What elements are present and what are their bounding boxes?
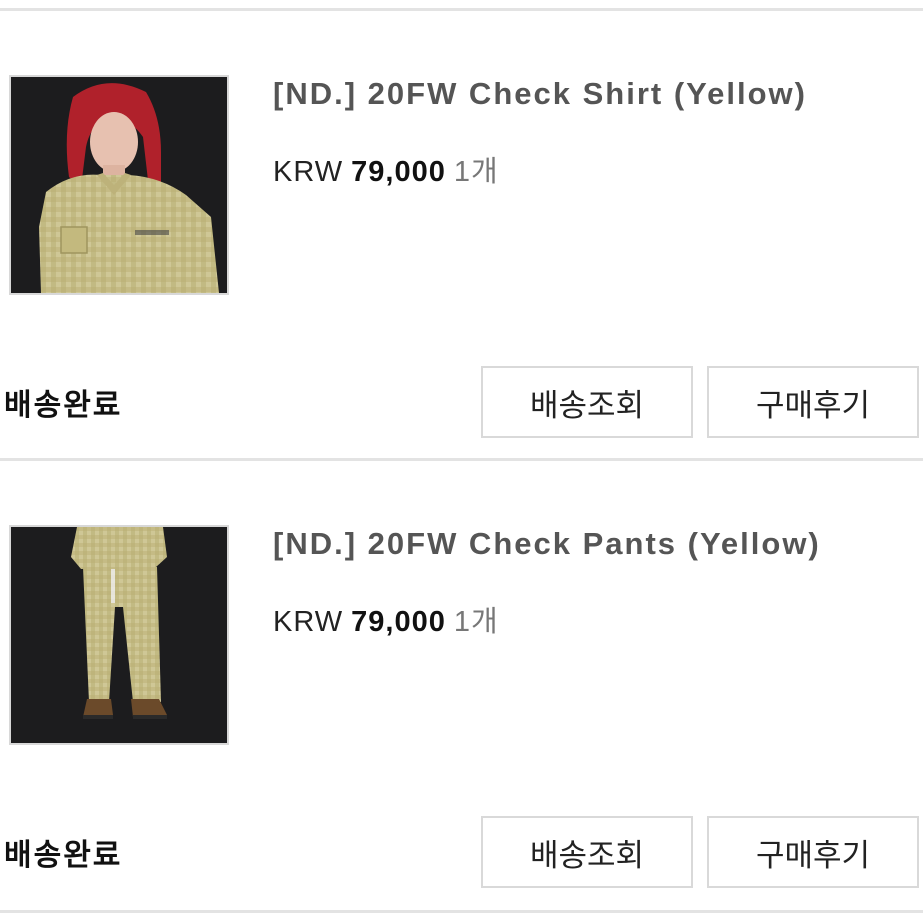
bottom-divider (0, 910, 923, 913)
product-image[interactable] (9, 525, 229, 745)
product-name[interactable]: [ND.] 20FW Check Shirt (Yellow) (273, 76, 807, 112)
product-photo-shirt-icon (11, 77, 227, 293)
quantity: 1개 (453, 606, 499, 638)
price: 79,000 (351, 156, 446, 188)
product-photo-pants-icon (11, 527, 227, 743)
currency: KRW (273, 156, 344, 188)
order-status: 배송완료 (4, 838, 123, 873)
track-delivery-button[interactable]: 배송조회 (481, 366, 693, 438)
price: 79,000 (351, 606, 446, 638)
write-review-button[interactable]: 구매후기 (707, 366, 919, 438)
product-name[interactable]: [ND.] 20FW Check Pants (Yellow) (273, 526, 821, 562)
product-image[interactable] (9, 75, 229, 295)
track-delivery-button[interactable]: 배송조회 (481, 816, 693, 888)
order-status: 배송완료 (4, 388, 123, 423)
currency: KRW (273, 606, 344, 638)
price-row: KRW 79,000 1개 (273, 598, 499, 640)
price-row: KRW 79,000 1개 (273, 148, 499, 190)
order-item: [ND.] 20FW Check Pants (Yellow) KRW 79,00… (0, 460, 923, 910)
quantity: 1개 (453, 156, 499, 188)
write-review-button[interactable]: 구매후기 (707, 816, 919, 888)
order-item: [ND.] 20FW Check Shirt (Yellow) KRW 79,00… (0, 10, 923, 460)
